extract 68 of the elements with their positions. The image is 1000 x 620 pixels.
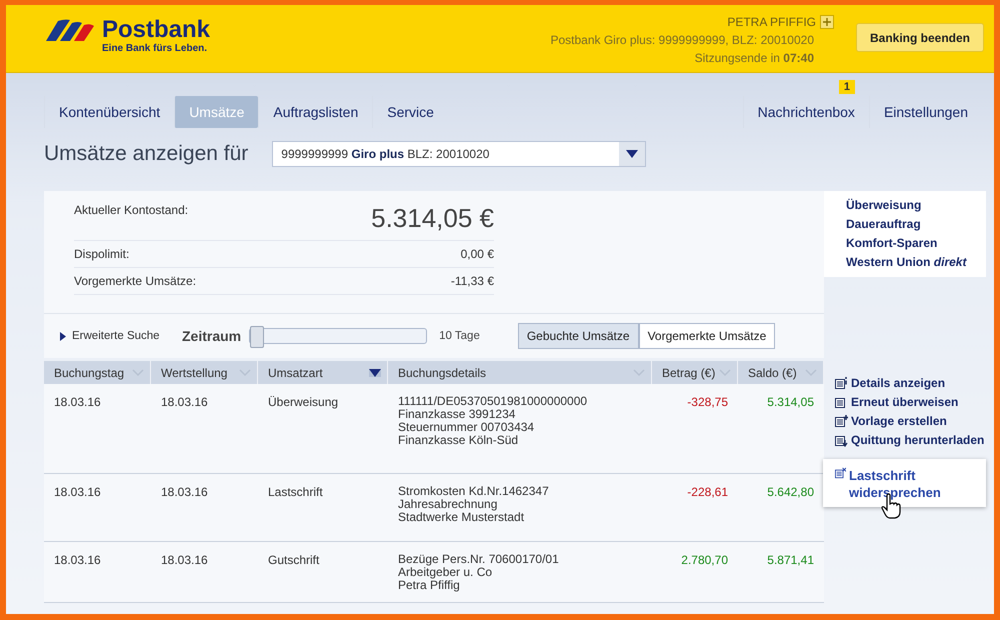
logout-button[interactable]: Banking beenden bbox=[856, 23, 984, 52]
quick-link[interactable]: Komfort-Sparen bbox=[846, 236, 986, 250]
table-cell-text: 18.03.16 bbox=[53, 552, 102, 569]
account-info: Postbank Giro plus: 9999999999, BLZ: 20010020 bbox=[550, 33, 814, 47]
row-action-link[interactable]: Vorlage erstellen bbox=[835, 414, 986, 428]
document-icon bbox=[835, 376, 848, 390]
booking-detail: Stadtwerke Musterstadt bbox=[398, 511, 526, 524]
row-action-link[interactable]: Erneut überweisen bbox=[835, 395, 986, 409]
triangle-icon bbox=[60, 332, 66, 340]
expand-icon[interactable] bbox=[820, 15, 834, 29]
table-cell-text: 5.314,05 bbox=[766, 394, 815, 411]
logo-wordmark: Postbank bbox=[102, 17, 210, 43]
table-cell-text: 18.03.16 bbox=[160, 484, 209, 501]
quick-link[interactable]: Überweisung bbox=[846, 198, 986, 212]
booking-detail: Stromkosten Kd.Nr.1462347 bbox=[398, 485, 550, 498]
dropdown-arrow-icon bbox=[626, 150, 638, 158]
nav-tab[interactable]: Nachrichtenbox bbox=[742, 96, 869, 128]
table-cell-text: 18.03.16 bbox=[160, 394, 209, 411]
document-icon bbox=[835, 414, 848, 428]
table-cell-text: 2.780,70 bbox=[680, 552, 729, 569]
summary-value: -11,33 € bbox=[450, 274, 494, 288]
period-label: Zeitraum bbox=[182, 328, 242, 344]
booking-detail: Finanzkasse 3991234 bbox=[398, 408, 516, 421]
table-cell-text: -228,61 bbox=[686, 484, 729, 501]
balance-amount: 5.314,05 € bbox=[371, 203, 494, 234]
table-cell-text: 5.642,80 bbox=[766, 484, 815, 501]
booking-detail: Arbeitgeber u. Co bbox=[398, 566, 494, 579]
table-cell-text: Überweisung bbox=[267, 394, 340, 411]
filter-toggle[interactable]: Vorgemerkte Umsätze bbox=[638, 323, 776, 349]
table-cell-text: Lastschrift bbox=[267, 484, 324, 501]
booking-detail: Jahresabrechnung bbox=[398, 498, 498, 511]
quick-link[interactable]: Western Union direkt bbox=[846, 255, 986, 269]
document-icon bbox=[835, 396, 848, 408]
table-cell-text: 5.871,41 bbox=[766, 552, 815, 569]
booking-detail: Petra Pfiffig bbox=[398, 579, 461, 592]
page-title: Umsätze anzeigen für bbox=[44, 142, 248, 166]
advanced-search-link[interactable]: Erweiterte Suche bbox=[60, 330, 182, 342]
table-cell-text: 18.03.16 bbox=[53, 394, 102, 411]
summary-label: Dispolimit: bbox=[74, 247, 130, 261]
nav-tab[interactable]: Einstellungen bbox=[868, 96, 982, 128]
session-timer: Sitzungsende in 07:40 bbox=[694, 51, 814, 65]
logo-icon bbox=[44, 17, 96, 43]
account-dropdown[interactable]: 9999999999 Giro plus BLZ: 20010020 bbox=[272, 141, 646, 167]
balance-label: Aktueller Kontostand: bbox=[74, 203, 188, 217]
nav-tab[interactable]: Auftragslisten bbox=[258, 96, 372, 128]
logo-tagline: Eine Bank fürs Leben. bbox=[102, 43, 208, 54]
summary-value: 0,00 € bbox=[460, 247, 494, 261]
download-icon bbox=[835, 434, 848, 446]
booking-detail: Finanzkasse Köln-Süd bbox=[398, 434, 520, 447]
nav-tab[interactable]: Service bbox=[372, 96, 448, 128]
booking-detail: Bezüge Pers.Nr. 70600170/01 bbox=[398, 553, 560, 566]
row-action-link[interactable]: Details anzeigen bbox=[835, 376, 986, 390]
booking-detail: 111111/DE05370501981000000000 bbox=[398, 395, 588, 408]
table-cell-text: Gutschrift bbox=[267, 552, 320, 569]
revoke-debit-link[interactable]: Lastschrift widersprechen bbox=[823, 459, 986, 501]
summary-label: Vorgemerkte Umsätze: bbox=[74, 274, 196, 288]
slider-thumb[interactable] bbox=[250, 326, 264, 348]
quick-link[interactable]: Dauerauftrag bbox=[846, 217, 986, 231]
table-cell-text: 18.03.16 bbox=[160, 552, 209, 569]
notification-badge: 1 bbox=[838, 80, 855, 94]
filter-toggle[interactable]: Gebuchte Umsätze bbox=[518, 323, 639, 349]
booking-detail: Steuernummer 00703434 bbox=[398, 421, 536, 434]
period-value: 10 Tage bbox=[439, 330, 480, 342]
user-name: PETRA PFIFFIG bbox=[727, 15, 816, 29]
row-action-link[interactable]: Quittung herunterladen bbox=[835, 433, 986, 447]
table-cell-text: -328,75 bbox=[686, 394, 729, 411]
document-icon bbox=[835, 467, 846, 480]
table-cell-text: 18.03.16 bbox=[53, 484, 102, 501]
